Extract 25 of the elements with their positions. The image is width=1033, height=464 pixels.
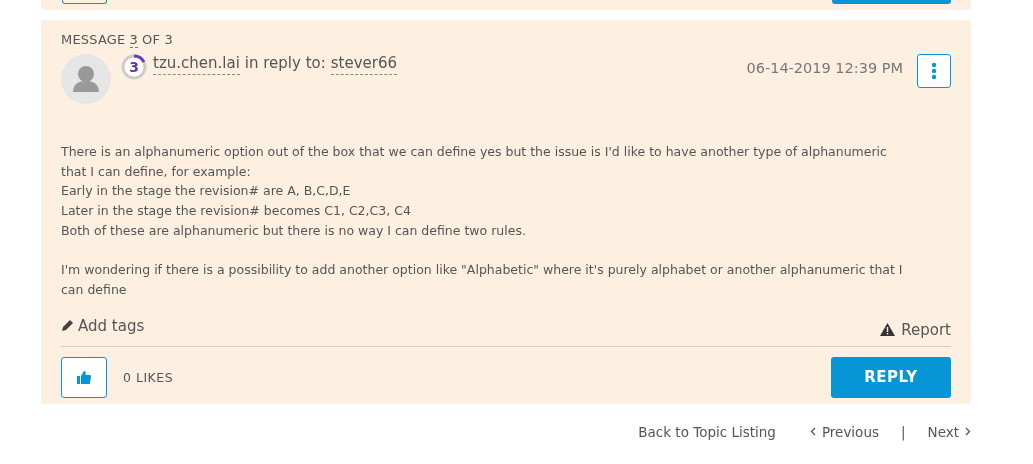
more-options-icon — [931, 62, 937, 80]
pencil-icon — [61, 319, 74, 333]
chevron-right-icon — [965, 427, 971, 437]
report-link[interactable]: Report — [880, 319, 951, 340]
message-paragraph: There is an alphanumeric option out of the box that we can define yes but the issue is I'd like to have another type of alphanumeric that I can define, for example: Early in the stage the revision# are A, B,C,D,E Later in the stage the revision# becomes C1, C2,C3, C4 Both of these are alphanumeric but there is no way I can define two rules. — [61, 143, 888, 240]
reply-to-link[interactable]: stever66 — [330, 54, 398, 75]
add-tags-link[interactable]: Add tags — [61, 315, 145, 336]
message-number-link[interactable]: 3 — [129, 32, 138, 48]
message-counter: MESSAGE — [61, 32, 126, 48]
previous-link[interactable]: Previous — [809, 423, 879, 440]
warning-icon — [880, 323, 896, 337]
rank-badge: 3 — [121, 54, 147, 80]
nav-separator: | — [901, 423, 906, 440]
timestamp: 06-14-2019 12:39 PM — [746, 60, 903, 76]
avatar-icon — [61, 54, 111, 104]
likes-count: 0 LIKES — [123, 369, 175, 385]
more-options-button[interactable] — [917, 54, 951, 88]
thumbs-up-icon — [77, 370, 91, 384]
back-to-topic-link[interactable]: Back to Topic Listing — [638, 423, 776, 440]
author-link[interactable]: tzu.chen.lai — [153, 54, 240, 75]
chevron-left-icon — [809, 427, 816, 437]
message-paragraph: I'm wondering if there is a possibility to add another option like "Alphabetic" where it's purely alphabet or another alphanumeric that I can define — [61, 261, 904, 299]
next-link[interactable]: Next — [927, 423, 971, 440]
reply-label: in reply to: — [244, 54, 326, 74]
message-total: OF 3 — [142, 32, 173, 48]
